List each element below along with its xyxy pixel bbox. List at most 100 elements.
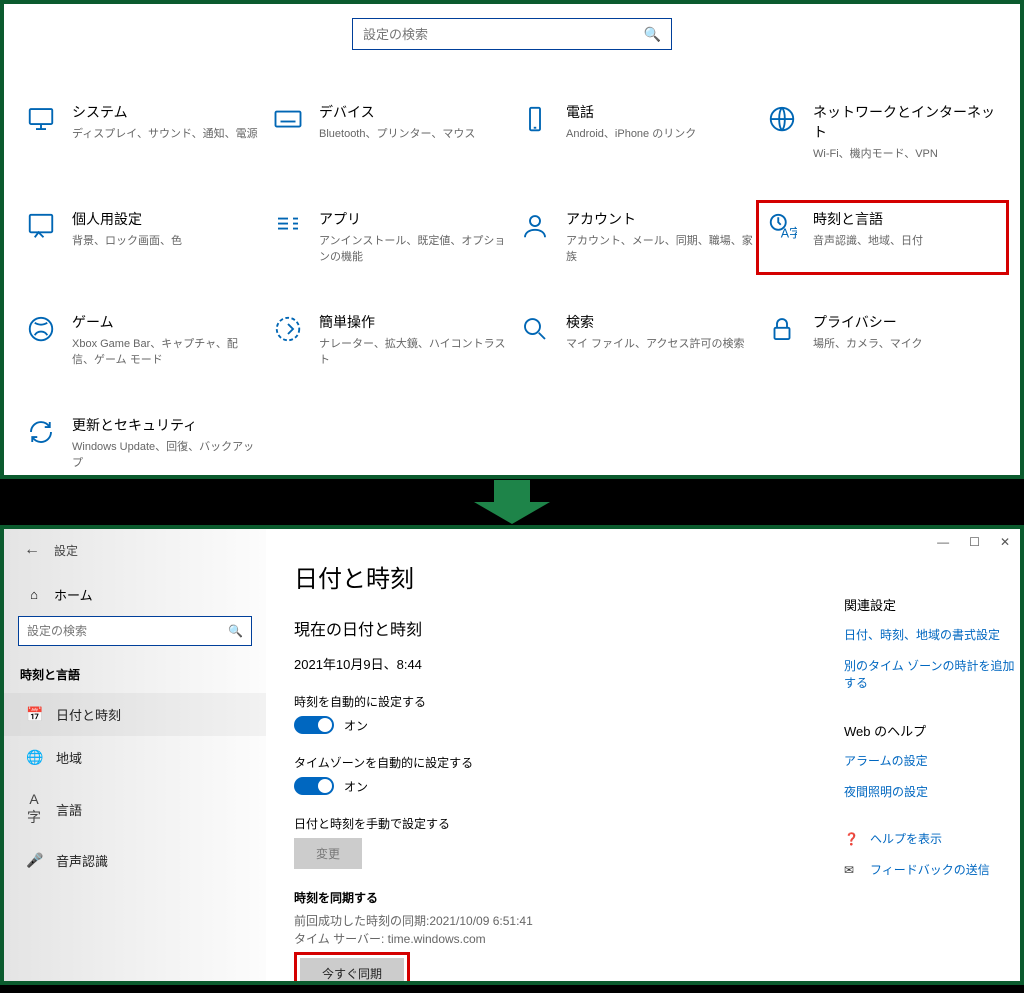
webhelp-link-alarm[interactable]: アラームの設定 — [844, 752, 1024, 769]
page-title: 日付と時刻 — [294, 559, 764, 594]
settings-search[interactable]: 🔍 — [352, 18, 672, 50]
sidebar-icon: A字 — [26, 791, 42, 827]
category-access[interactable]: 簡単操作ナレーター、拡大鏡、ハイコントラスト — [271, 312, 506, 369]
settings-search-input[interactable] — [363, 27, 644, 42]
category-monitor[interactable]: システムディスプレイ、サウンド、通知、電源 — [24, 102, 259, 163]
category-desc: アカウント、メール、同期、職場、家族 — [566, 233, 753, 266]
category-title: アプリ — [319, 209, 506, 229]
keyboard-icon — [271, 102, 305, 136]
update-icon — [24, 415, 58, 449]
feedback-icon: ✉ — [844, 863, 860, 877]
search-icon — [518, 312, 552, 346]
sync-now-button[interactable]: 今すぐ同期 — [300, 958, 404, 985]
category-desc: マイ ファイル、アクセス許可の検索 — [566, 336, 753, 353]
related-heading: 関連設定 — [844, 595, 1024, 614]
sidebar-section-header: 時刻と言語 — [4, 658, 266, 693]
change-datetime-button[interactable]: 変更 — [294, 838, 362, 869]
svg-text:A字: A字 — [781, 225, 797, 240]
sidebar-item-label: 日付と時刻 — [56, 705, 121, 724]
category-keyboard[interactable]: デバイス Bluetooth、プリンター、マウス — [271, 102, 506, 163]
now-heading: 現在の日付と時刻 — [294, 616, 764, 640]
home-label: ホーム — [54, 585, 93, 604]
help-icon: ❓ — [844, 832, 860, 846]
help-link[interactable]: ❓ ヘルプを表示 — [844, 830, 1024, 847]
sidebar-icon: 📅 — [26, 706, 42, 723]
datetime-settings-panel: ← 設定 ⌂ ホーム 🔍 時刻と言語 📅日付と時刻🌐地域A字言語🎤音声認識 — … — [0, 525, 1024, 985]
category-desc: Wi-Fi、機内モード、VPN — [813, 146, 1000, 163]
apps-icon — [271, 209, 305, 243]
current-datetime: 2021年10月9日、8:44 — [294, 654, 764, 673]
auto-time-toggle[interactable] — [294, 716, 334, 734]
category-desc: Bluetooth、プリンター、マウス — [319, 126, 506, 143]
related-link-addclock[interactable]: 別のタイム ゾーンの時計を追加する — [844, 657, 1024, 691]
auto-tz-label: タイムゾーンを自動的に設定する — [294, 754, 764, 771]
webhelp-link-nightlight[interactable]: 夜間照明の設定 — [844, 783, 1024, 800]
category-lock[interactable]: プライバシー場所、カメラ、マイク — [765, 312, 1000, 369]
sidebar-item-3[interactable]: 🎤音声認識 — [4, 839, 266, 882]
search-icon: 🔍 — [644, 26, 661, 43]
sidebar-item-1[interactable]: 🌐 地域 — [4, 736, 266, 779]
time-server-text: タイム サーバー: time.windows.com — [294, 930, 764, 948]
category-apps[interactable]: アプリアンインストール、既定値、オプションの機能 — [271, 209, 506, 266]
category-title: アカウント — [566, 209, 753, 229]
related-link-format[interactable]: 日付、時刻、地域の書式設定 — [844, 626, 1024, 643]
timelang-icon: A字 — [765, 209, 799, 243]
sidebar-icon: 🎤 — [26, 852, 42, 869]
access-icon — [271, 312, 305, 346]
category-phone[interactable]: 電話 Android、iPhone のリンク — [518, 102, 753, 163]
sidebar-icon: 🌐 — [26, 749, 42, 766]
sidebar-item-label: 言語 — [56, 800, 82, 819]
category-update[interactable]: 更新とセキュリティWindows Update、回復、バックアップ — [24, 415, 259, 472]
category-timelang[interactable]: A字時刻と言語音声認識、地域、日付 — [756, 200, 1009, 275]
category-title: プライバシー — [813, 312, 1000, 332]
category-title: 個人用設定 — [72, 209, 259, 229]
category-title: 検索 — [566, 312, 753, 332]
sidebar-search[interactable]: 🔍 — [18, 616, 252, 646]
sidebar-item-2[interactable]: A字言語 — [4, 779, 266, 839]
sync-heading: 時刻を同期する — [294, 889, 764, 906]
category-xbox[interactable]: ゲームXbox Game Bar、キャプチャ、配信、ゲーム モード — [24, 312, 259, 369]
window-controls: — ☐ ✕ — [937, 535, 1010, 549]
brush-icon — [24, 209, 58, 243]
category-desc: Xbox Game Bar、キャプチャ、配信、ゲーム モード — [72, 336, 259, 369]
person-icon — [518, 209, 552, 243]
minimize-button[interactable]: — — [937, 535, 949, 549]
sidebar-home[interactable]: ⌂ ホーム — [4, 565, 266, 612]
category-search[interactable]: 検索マイ ファイル、アクセス許可の検索 — [518, 312, 753, 369]
category-desc: ディスプレイ、サウンド、通知、電源 — [72, 126, 259, 143]
back-button[interactable]: ← — [24, 541, 40, 559]
category-desc: 場所、カメラ、マイク — [813, 336, 1000, 353]
sidebar-search-input[interactable] — [27, 624, 228, 638]
sidebar-item-0[interactable]: 📅 日付と時刻 — [4, 693, 266, 736]
category-title: 時刻と言語 — [813, 209, 1000, 229]
category-desc: アンインストール、既定値、オプションの機能 — [319, 233, 506, 266]
close-button[interactable]: ✕ — [1000, 535, 1010, 549]
flow-arrow — [0, 479, 1024, 525]
category-desc: Android、iPhone のリンク — [566, 126, 753, 143]
feedback-link[interactable]: ✉ フィードバックの送信 — [844, 861, 1024, 878]
window-title: 設定 — [54, 542, 78, 559]
category-title: 電話 — [566, 102, 753, 122]
auto-tz-state: オン — [344, 778, 368, 795]
monitor-icon — [24, 102, 58, 136]
last-sync-text: 前回成功した時刻の同期:2021/10/09 6:51:41 — [294, 912, 764, 930]
category-desc: Windows Update、回復、バックアップ — [72, 439, 259, 472]
category-person[interactable]: アカウントアカウント、メール、同期、職場、家族 — [518, 209, 753, 266]
auto-tz-toggle[interactable] — [294, 777, 334, 795]
category-desc: 背景、ロック画面、色 — [72, 233, 259, 250]
settings-sidebar: ← 設定 ⌂ ホーム 🔍 時刻と言語 📅日付と時刻🌐地域A字言語🎤音声認識 — [4, 529, 266, 981]
sidebar-item-label: 地域 — [56, 748, 82, 767]
category-desc: ナレーター、拡大鏡、ハイコントラスト — [319, 336, 506, 369]
lock-icon — [765, 312, 799, 346]
category-title: システム — [72, 102, 259, 122]
webhelp-heading: Web のヘルプ — [844, 721, 1024, 740]
category-brush[interactable]: 個人用設定背景、ロック画面、色 — [24, 209, 259, 266]
category-title: デバイス — [319, 102, 506, 122]
sync-now-highlight: 今すぐ同期 — [294, 952, 410, 985]
auto-time-state: オン — [344, 717, 368, 734]
home-icon: ⌂ — [26, 587, 42, 602]
manual-set-label: 日付と時刻を手動で設定する — [294, 815, 764, 832]
maximize-button[interactable]: ☐ — [969, 535, 980, 549]
phone-icon — [518, 102, 552, 136]
category-globe[interactable]: ネットワークとインターネットWi-Fi、機内モード、VPN — [765, 102, 1000, 163]
